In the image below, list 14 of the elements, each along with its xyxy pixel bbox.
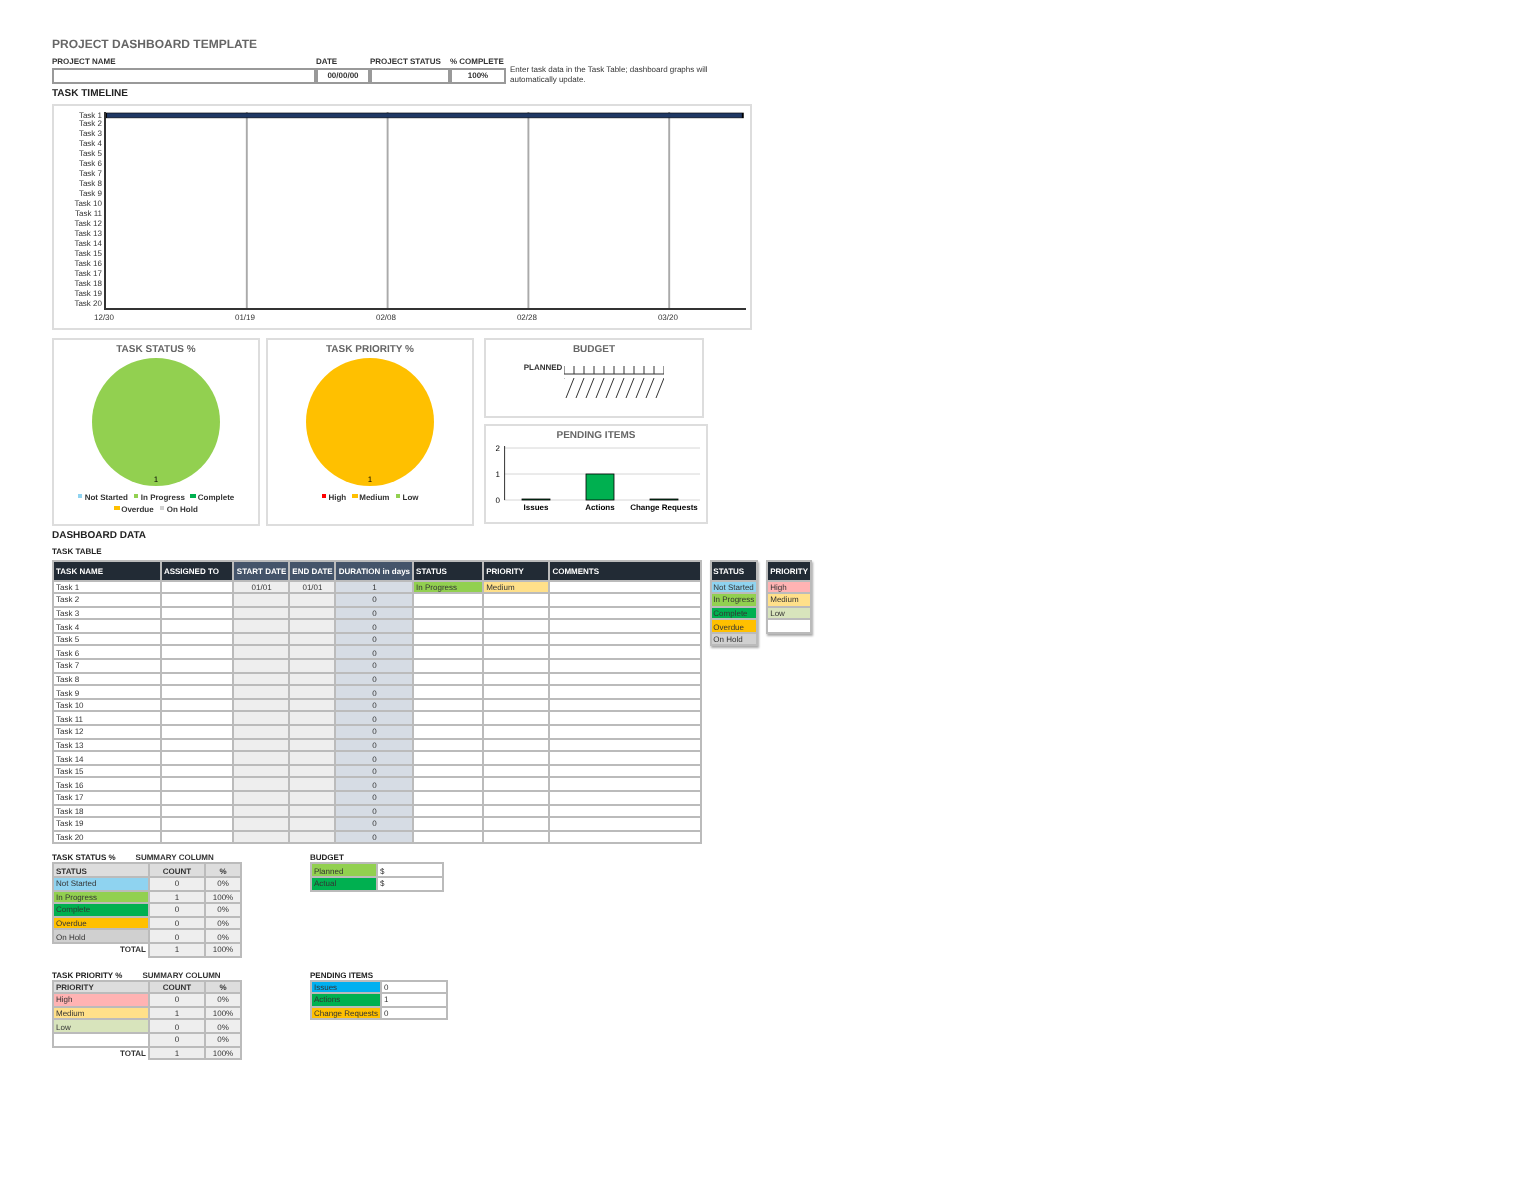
input-field[interactable] (52, 67, 316, 83)
pie-slice (306, 357, 434, 485)
input-field[interactable] (370, 67, 450, 83)
axis-drawing (564, 361, 665, 401)
legend-swatch (159, 505, 165, 511)
legend-swatch (190, 493, 196, 499)
bar (585, 472, 615, 500)
legend-swatch (77, 493, 83, 499)
pie-slice (92, 357, 220, 485)
legend-swatch (321, 493, 327, 499)
legend-swatch (114, 505, 120, 511)
legend-swatch (133, 493, 139, 499)
legend-swatch (395, 493, 401, 499)
legend-swatch (352, 493, 358, 499)
